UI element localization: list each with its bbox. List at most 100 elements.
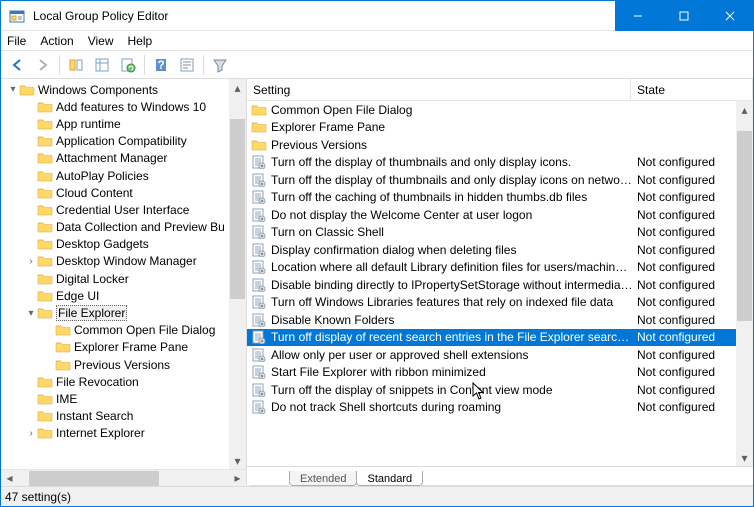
menu-action[interactable]: Action bbox=[40, 34, 73, 48]
tree-item-label: Credential User Interface bbox=[56, 203, 189, 217]
policy-icon bbox=[251, 155, 267, 169]
tree-item[interactable]: Desktop Gadgets bbox=[1, 236, 246, 253]
list-row[interactable]: Turn on Classic ShellNot configured bbox=[247, 224, 753, 242]
back-button[interactable] bbox=[5, 53, 29, 77]
expander-icon[interactable]: ▾ bbox=[25, 308, 37, 319]
list-row[interactable]: Turn off the caching of thumbnails in hi… bbox=[247, 189, 753, 207]
forward-button[interactable] bbox=[31, 53, 55, 77]
tree-item[interactable]: Cloud Content bbox=[1, 184, 246, 201]
list-row[interactable]: Turn off Windows Libraries features that… bbox=[247, 294, 753, 312]
list-row[interactable]: Disable binding directly to IPropertySet… bbox=[247, 276, 753, 294]
row-label: Turn off Windows Libraries features that… bbox=[271, 295, 633, 309]
folder-icon bbox=[37, 254, 53, 268]
menu-file[interactable]: File bbox=[7, 34, 26, 48]
list-row[interactable]: Explorer Frame Pane bbox=[247, 119, 753, 137]
tree-item[interactable]: App runtime bbox=[1, 115, 246, 132]
expander-icon[interactable]: › bbox=[25, 256, 37, 267]
column-state[interactable]: State bbox=[631, 79, 753, 100]
tree-item[interactable]: ▾ File Explorer bbox=[1, 304, 246, 321]
tree-item[interactable]: Instant Search bbox=[1, 408, 246, 425]
folder-icon bbox=[37, 409, 53, 423]
expander-icon[interactable]: › bbox=[25, 428, 37, 439]
toolbar: ? bbox=[1, 51, 753, 79]
list-row[interactable]: Do not track Shell shortcuts during roam… bbox=[247, 399, 753, 417]
status-text: 47 setting(s) bbox=[5, 490, 71, 504]
list-row[interactable]: Turn off display of recent search entrie… bbox=[247, 329, 753, 347]
list-row[interactable]: Disable Known FoldersNot configured bbox=[247, 311, 753, 329]
tree-item[interactable]: Data Collection and Preview Bu bbox=[1, 219, 246, 236]
list-row[interactable]: Start File Explorer with ribbon minimize… bbox=[247, 364, 753, 382]
list-row[interactable]: Turn off the display of thumbnails and o… bbox=[247, 154, 753, 172]
row-label: Display confirmation dialog when deletin… bbox=[271, 243, 633, 257]
tree-item[interactable]: Previous Versions bbox=[1, 356, 246, 373]
tree-item-label: Internet Explorer bbox=[56, 426, 145, 440]
maximize-button[interactable] bbox=[661, 1, 707, 31]
tree-item[interactable]: Common Open File Dialog bbox=[1, 322, 246, 339]
list-row[interactable]: Allow only per user or approved shell ex… bbox=[247, 346, 753, 364]
tree-item[interactable]: Application Compatibility bbox=[1, 133, 246, 150]
list-row[interactable]: Common Open File Dialog bbox=[247, 101, 753, 119]
list-row[interactable]: Location where all default Library defin… bbox=[247, 259, 753, 277]
tree-item[interactable]: › Internet Explorer bbox=[1, 425, 246, 442]
tree-item[interactable]: Add features to Windows 10 bbox=[1, 98, 246, 115]
row-label: Disable binding directly to IPropertySet… bbox=[271, 278, 633, 292]
tree-item-label: Data Collection and Preview Bu bbox=[56, 220, 225, 234]
tree-item[interactable]: Explorer Frame Pane bbox=[1, 339, 246, 356]
tree-item[interactable]: ›Desktop Window Manager bbox=[1, 253, 246, 270]
row-state: Not configured bbox=[633, 173, 753, 187]
tree-item-label: Digital Locker bbox=[56, 272, 129, 286]
tree-item[interactable]: ▾Windows Components bbox=[1, 81, 246, 98]
list-row[interactable]: Display confirmation dialog when deletin… bbox=[247, 241, 753, 259]
tab-standard[interactable]: Standard bbox=[356, 471, 423, 486]
menu-view[interactable]: View bbox=[88, 34, 114, 48]
tree-item[interactable]: File Revocation bbox=[1, 373, 246, 390]
menu-help[interactable]: Help bbox=[128, 34, 153, 48]
tree-item[interactable]: AutoPlay Policies bbox=[1, 167, 246, 184]
tree-vertical-scrollbar[interactable]: ▴▾ bbox=[229, 79, 246, 469]
policy-icon bbox=[251, 365, 267, 379]
row-label: Turn on Classic Shell bbox=[271, 225, 633, 239]
list-row[interactable]: Do not display the Welcome Center at use… bbox=[247, 206, 753, 224]
view-options-button[interactable] bbox=[90, 53, 114, 77]
tree-item[interactable]: Edge UI bbox=[1, 287, 246, 304]
list-vertical-scrollbar[interactable]: ▴▾ bbox=[736, 101, 753, 466]
tree-item-label: Desktop Gadgets bbox=[56, 237, 149, 251]
list-row[interactable]: Turn off the display of thumbnails and o… bbox=[247, 171, 753, 189]
folder-icon bbox=[37, 272, 53, 286]
help-button[interactable]: ? bbox=[149, 53, 173, 77]
expander-icon[interactable]: ▾ bbox=[7, 84, 19, 95]
minimize-button[interactable] bbox=[615, 1, 661, 31]
list-row[interactable]: Turn off the display of snippets in Cont… bbox=[247, 381, 753, 399]
folder-icon bbox=[37, 100, 53, 114]
refresh-button[interactable] bbox=[116, 53, 140, 77]
tree-item[interactable]: IME bbox=[1, 390, 246, 407]
tree-item[interactable]: Digital Locker bbox=[1, 270, 246, 287]
column-setting[interactable]: Setting bbox=[247, 79, 631, 100]
row-label: Turn off the display of thumbnails and o… bbox=[271, 155, 633, 169]
policy-icon bbox=[251, 208, 267, 222]
tree-item-label: File Explorer bbox=[56, 305, 127, 321]
tree-horizontal-scrollbar[interactable]: ◂▸ bbox=[1, 469, 246, 486]
tree-item[interactable]: Attachment Manager bbox=[1, 150, 246, 167]
properties-icon[interactable] bbox=[175, 53, 199, 77]
policy-icon bbox=[251, 173, 267, 187]
policy-icon bbox=[251, 313, 267, 327]
row-state: Not configured bbox=[633, 278, 753, 292]
list-row[interactable]: Previous Versions bbox=[247, 136, 753, 154]
row-state: Not configured bbox=[633, 348, 753, 362]
filter-button[interactable] bbox=[208, 53, 232, 77]
tab-extended[interactable]: Extended bbox=[289, 471, 357, 486]
titlebar[interactable]: Local Group Policy Editor bbox=[1, 1, 753, 31]
show-hide-tree-button[interactable] bbox=[64, 53, 88, 77]
tree-item[interactable]: Credential User Interface bbox=[1, 201, 246, 218]
row-state: Not configured bbox=[633, 365, 753, 379]
folder-icon bbox=[37, 375, 53, 389]
row-state: Not configured bbox=[633, 295, 753, 309]
row-label: Turn off the display of snippets in Cont… bbox=[271, 383, 633, 397]
tree-item-label: Explorer Frame Pane bbox=[74, 340, 188, 354]
list-pane: Setting State Common Open File DialogExp… bbox=[247, 79, 753, 486]
row-state: Not configured bbox=[633, 383, 753, 397]
close-button[interactable] bbox=[707, 1, 753, 31]
row-state: Not configured bbox=[633, 190, 753, 204]
folder-icon bbox=[37, 237, 53, 251]
